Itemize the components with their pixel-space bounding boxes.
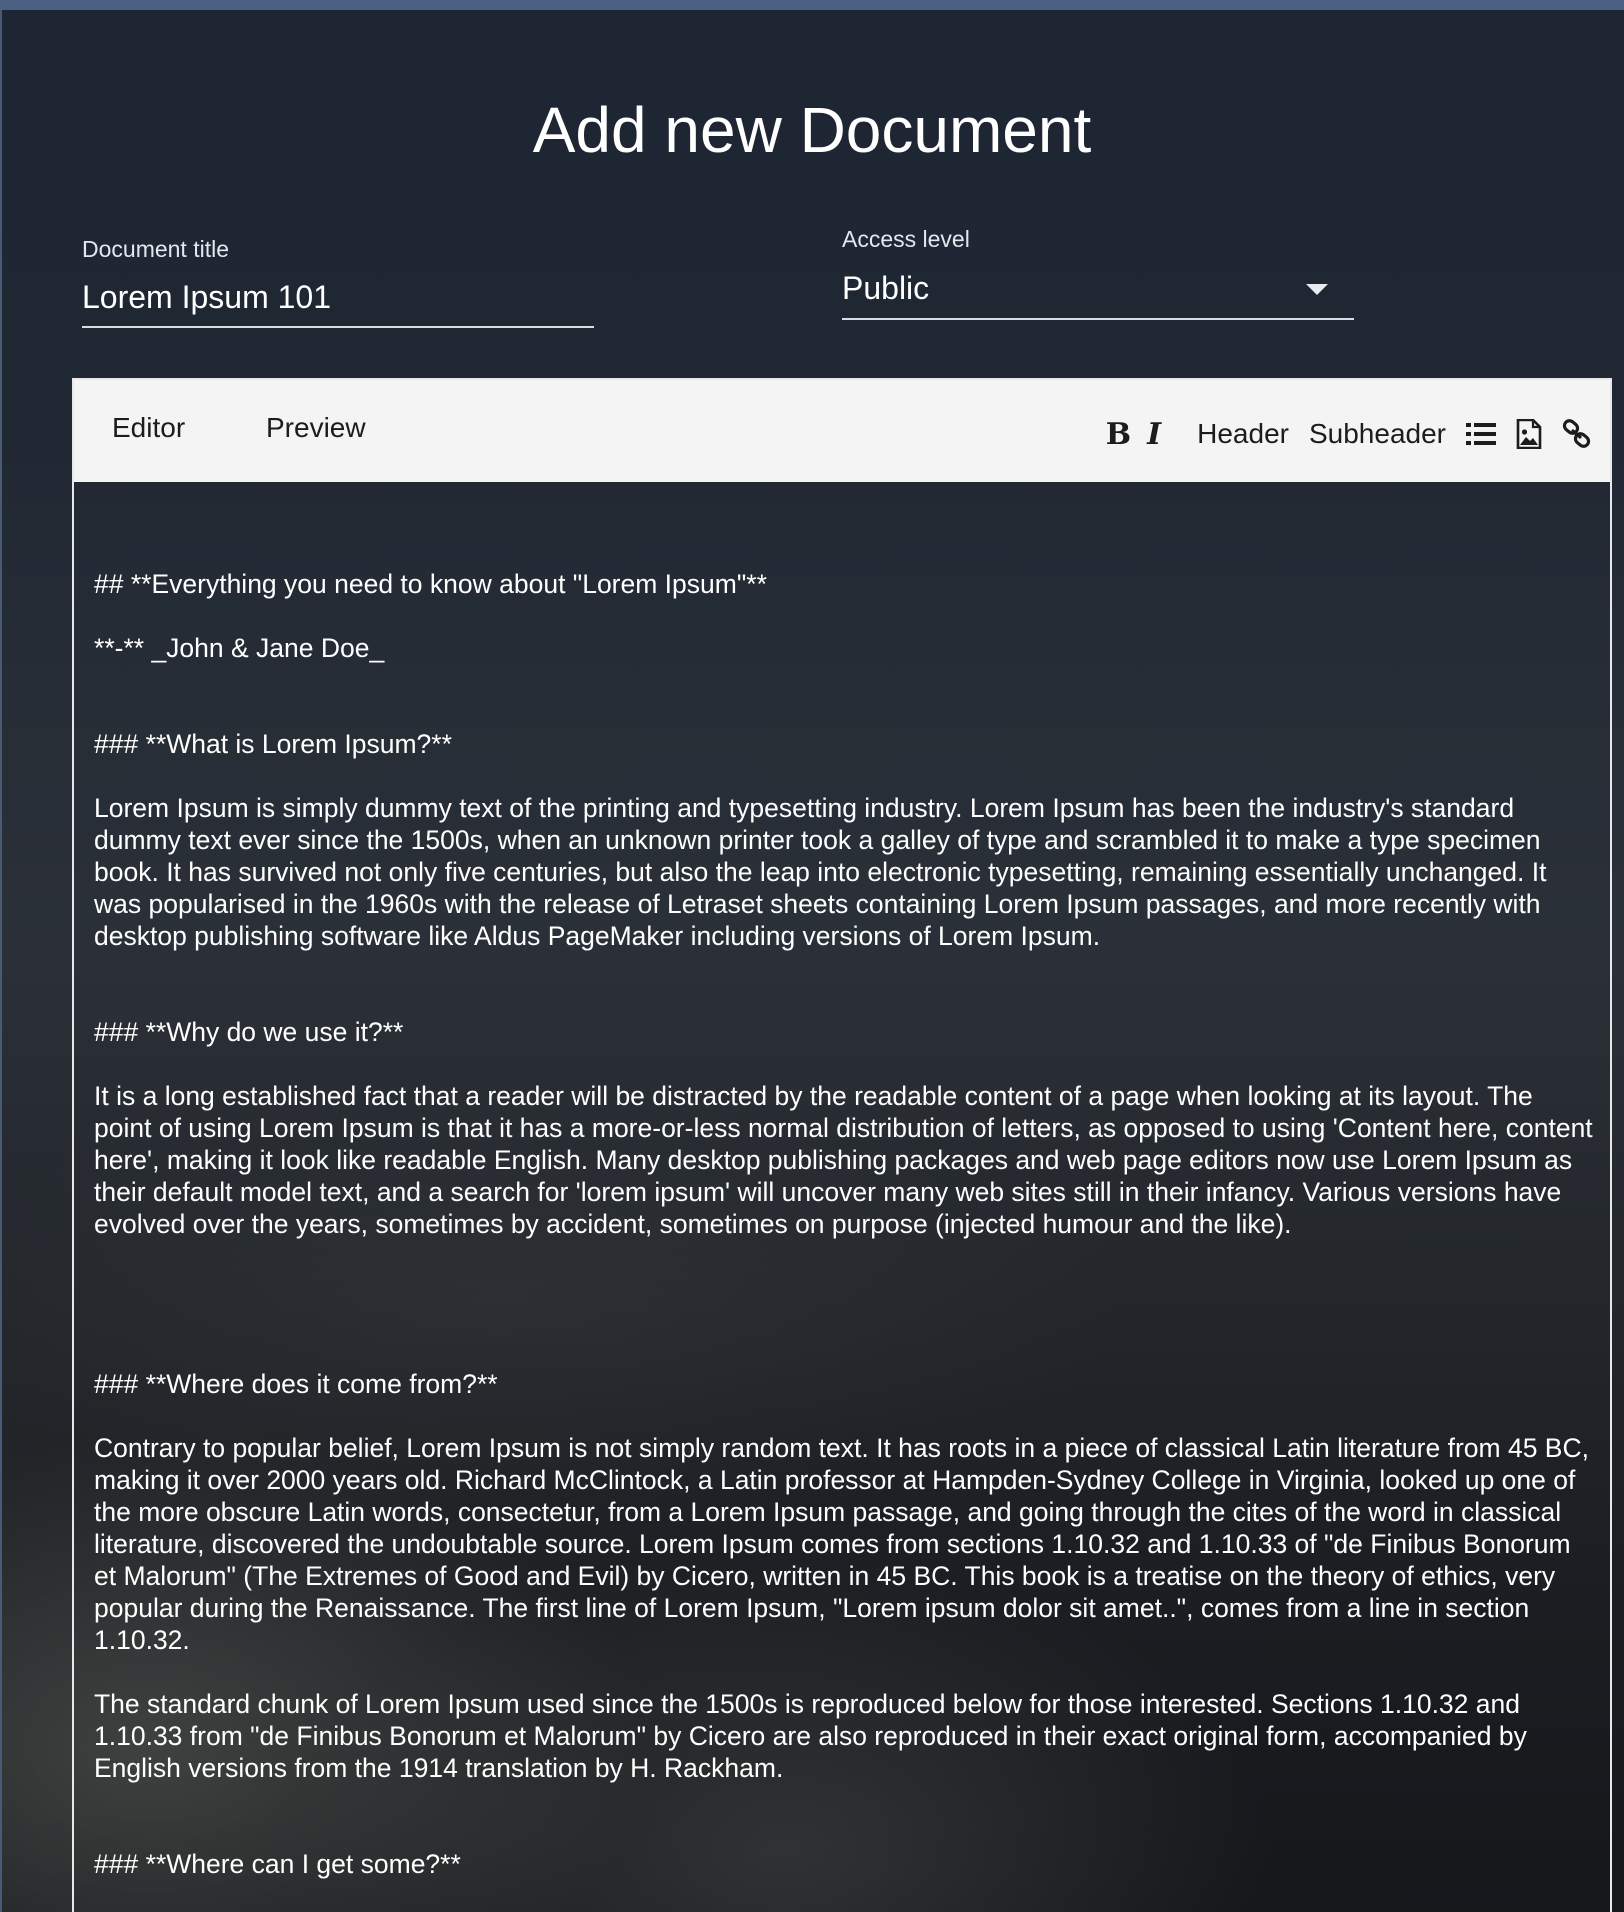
markdown-heading: ## **Everything you need to know about "… [94, 569, 767, 599]
link-icon[interactable] [1562, 419, 1592, 449]
tab-editor[interactable]: Editor [112, 412, 185, 444]
window-left-edge [0, 10, 2, 1912]
access-level-select[interactable]: Public [842, 266, 1354, 320]
document-title-field: Document title [82, 234, 594, 328]
markdown-subheading: ### **Why do we use it?** [94, 1017, 404, 1047]
markdown-paragraph: The standard chunk of Lorem Ipsum used s… [94, 1689, 1527, 1783]
page-title: Add new Document [532, 94, 1092, 166]
chevron-down-icon[interactable] [1306, 284, 1328, 295]
markdown-paragraph: Lorem Ipsum is simply dummy text of the … [94, 793, 1547, 951]
bold-button[interactable]: B [1106, 417, 1131, 452]
editor-toolbar: Editor Preview B I Header Subheader [74, 380, 1610, 482]
tab-preview[interactable]: Preview [266, 412, 366, 444]
document-title-input[interactable] [82, 276, 594, 328]
subheader-button[interactable]: Subheader [1309, 418, 1446, 450]
access-level-field: Access level Public [842, 224, 1354, 320]
markdown-paragraph: Contrary to popular belief, Lorem Ipsum … [94, 1433, 1589, 1655]
italic-button[interactable]: I [1147, 417, 1161, 452]
access-level-value: Public [842, 270, 930, 306]
window-top-bar [0, 0, 1624, 10]
access-level-label: Access level [842, 226, 970, 252]
markdown-subheading: ### **What is Lorem Ipsum?** [94, 729, 452, 759]
list-icon[interactable] [1466, 421, 1496, 447]
markdown-subheading: ### **Where does it come from?** [94, 1369, 498, 1399]
markdown-paragraph: It is a long established fact that a rea… [94, 1081, 1593, 1239]
image-icon[interactable] [1516, 419, 1542, 449]
markdown-editor: Editor Preview B I Header Subheader ## *… [72, 378, 1612, 1912]
document-title-label: Document title [82, 236, 230, 262]
markdown-subheading: ### **Where can I get some?** [94, 1849, 461, 1879]
markdown-byline: **-** _John & Jane Doe_ [94, 633, 385, 663]
header-button[interactable]: Header [1197, 418, 1289, 450]
formatting-tools: B I Header Subheader [1106, 414, 1592, 454]
